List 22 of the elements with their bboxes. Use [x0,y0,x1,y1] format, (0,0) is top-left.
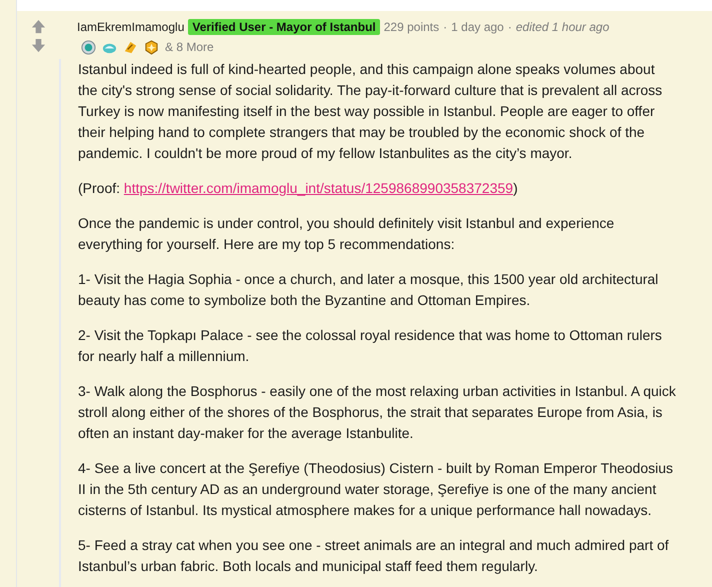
tweet-link[interactable]: https://twitter.com/imamoglu_int/status/1259868990358372359 [124,180,514,196]
separator-dot: · [508,20,512,34]
user-flair: Verified User - Mayor of Istanbul [188,19,380,35]
comment-paragraph: Once the pandemic is under control, you should definitely visit Istanbul and experience everything for yourself. Here are my top 5 recommendations: [78,214,616,254]
separator-dot: · [443,20,448,34]
post-time: 1 day ago [451,20,504,34]
comment-paragraph: 2- Visit the Topkapı Palace - see the colossal royal residence that was home to Ottoman rulers for nearly half a millennium. [78,326,663,366]
award-icon[interactable] [81,40,96,54]
comment-paragraph: 1- Visit the Hagia Sophia - once a church, and later a mosque, this 1500 year old architectural beauty has come to symbolize both the Byzantine and Ottoman Empires. [78,270,660,310]
comment-paragraph: Istanbul indeed is full of kind-hearted people, and this campaign alone speaks volumes about the city's strong sense of social solidarity. The pay-it-forward culture that is prevalent all across Turkey is now manifesting itself in the best way possible in Istanbul. People are eager to offer their helping hand to complete strangers that may be troubled by the economic shock of the pandemic. I couldn't be more proud of my fellow Istanbulites as the city’s mayor. [78,60,664,163]
edited-time: edited 1 hour ago [516,20,610,34]
comment-paragraph: 3- Walk along the Bosphorus - easily one of the most relaxing urban activities in Istanbul. A quick stroll along either of the shores of the Bosphorus, the strait that separates Europe from Asia, is often an instant day-maker for the average Istanbulite. [78,382,677,443]
comment-paragraph: (Proof: https://twitter.com/imamoglu_int/status/1259868990358372359) [78,179,519,198]
comment-paragraph: 5- Feed a stray cat when you see one - street animals are an integral and much admired part of Istanbul’s urban fabric. Both locals and municipal staff feed them regularly. [78,536,670,576]
downvote-icon[interactable] [30,38,46,53]
upvote-icon[interactable] [30,19,46,34]
author-name[interactable]: IamEkremImamoglu [77,20,184,34]
award-icon[interactable] [144,40,159,54]
more-awards-link[interactable]: & 8 More [165,40,214,54]
points-count: 229 points [384,20,440,34]
comment-paragraph: 4- See a live concert at the Şerefiye (Theodosius) Cistern - built by Roman Emperor Theodosius II in the 5th century AD as an underground water storage, Şerefiye is one of the many ancient cisterns of Istanbul. Its mystical atmosphere makes for a unique performance hall nowadays. [78,459,674,520]
award-icon[interactable] [123,40,138,54]
